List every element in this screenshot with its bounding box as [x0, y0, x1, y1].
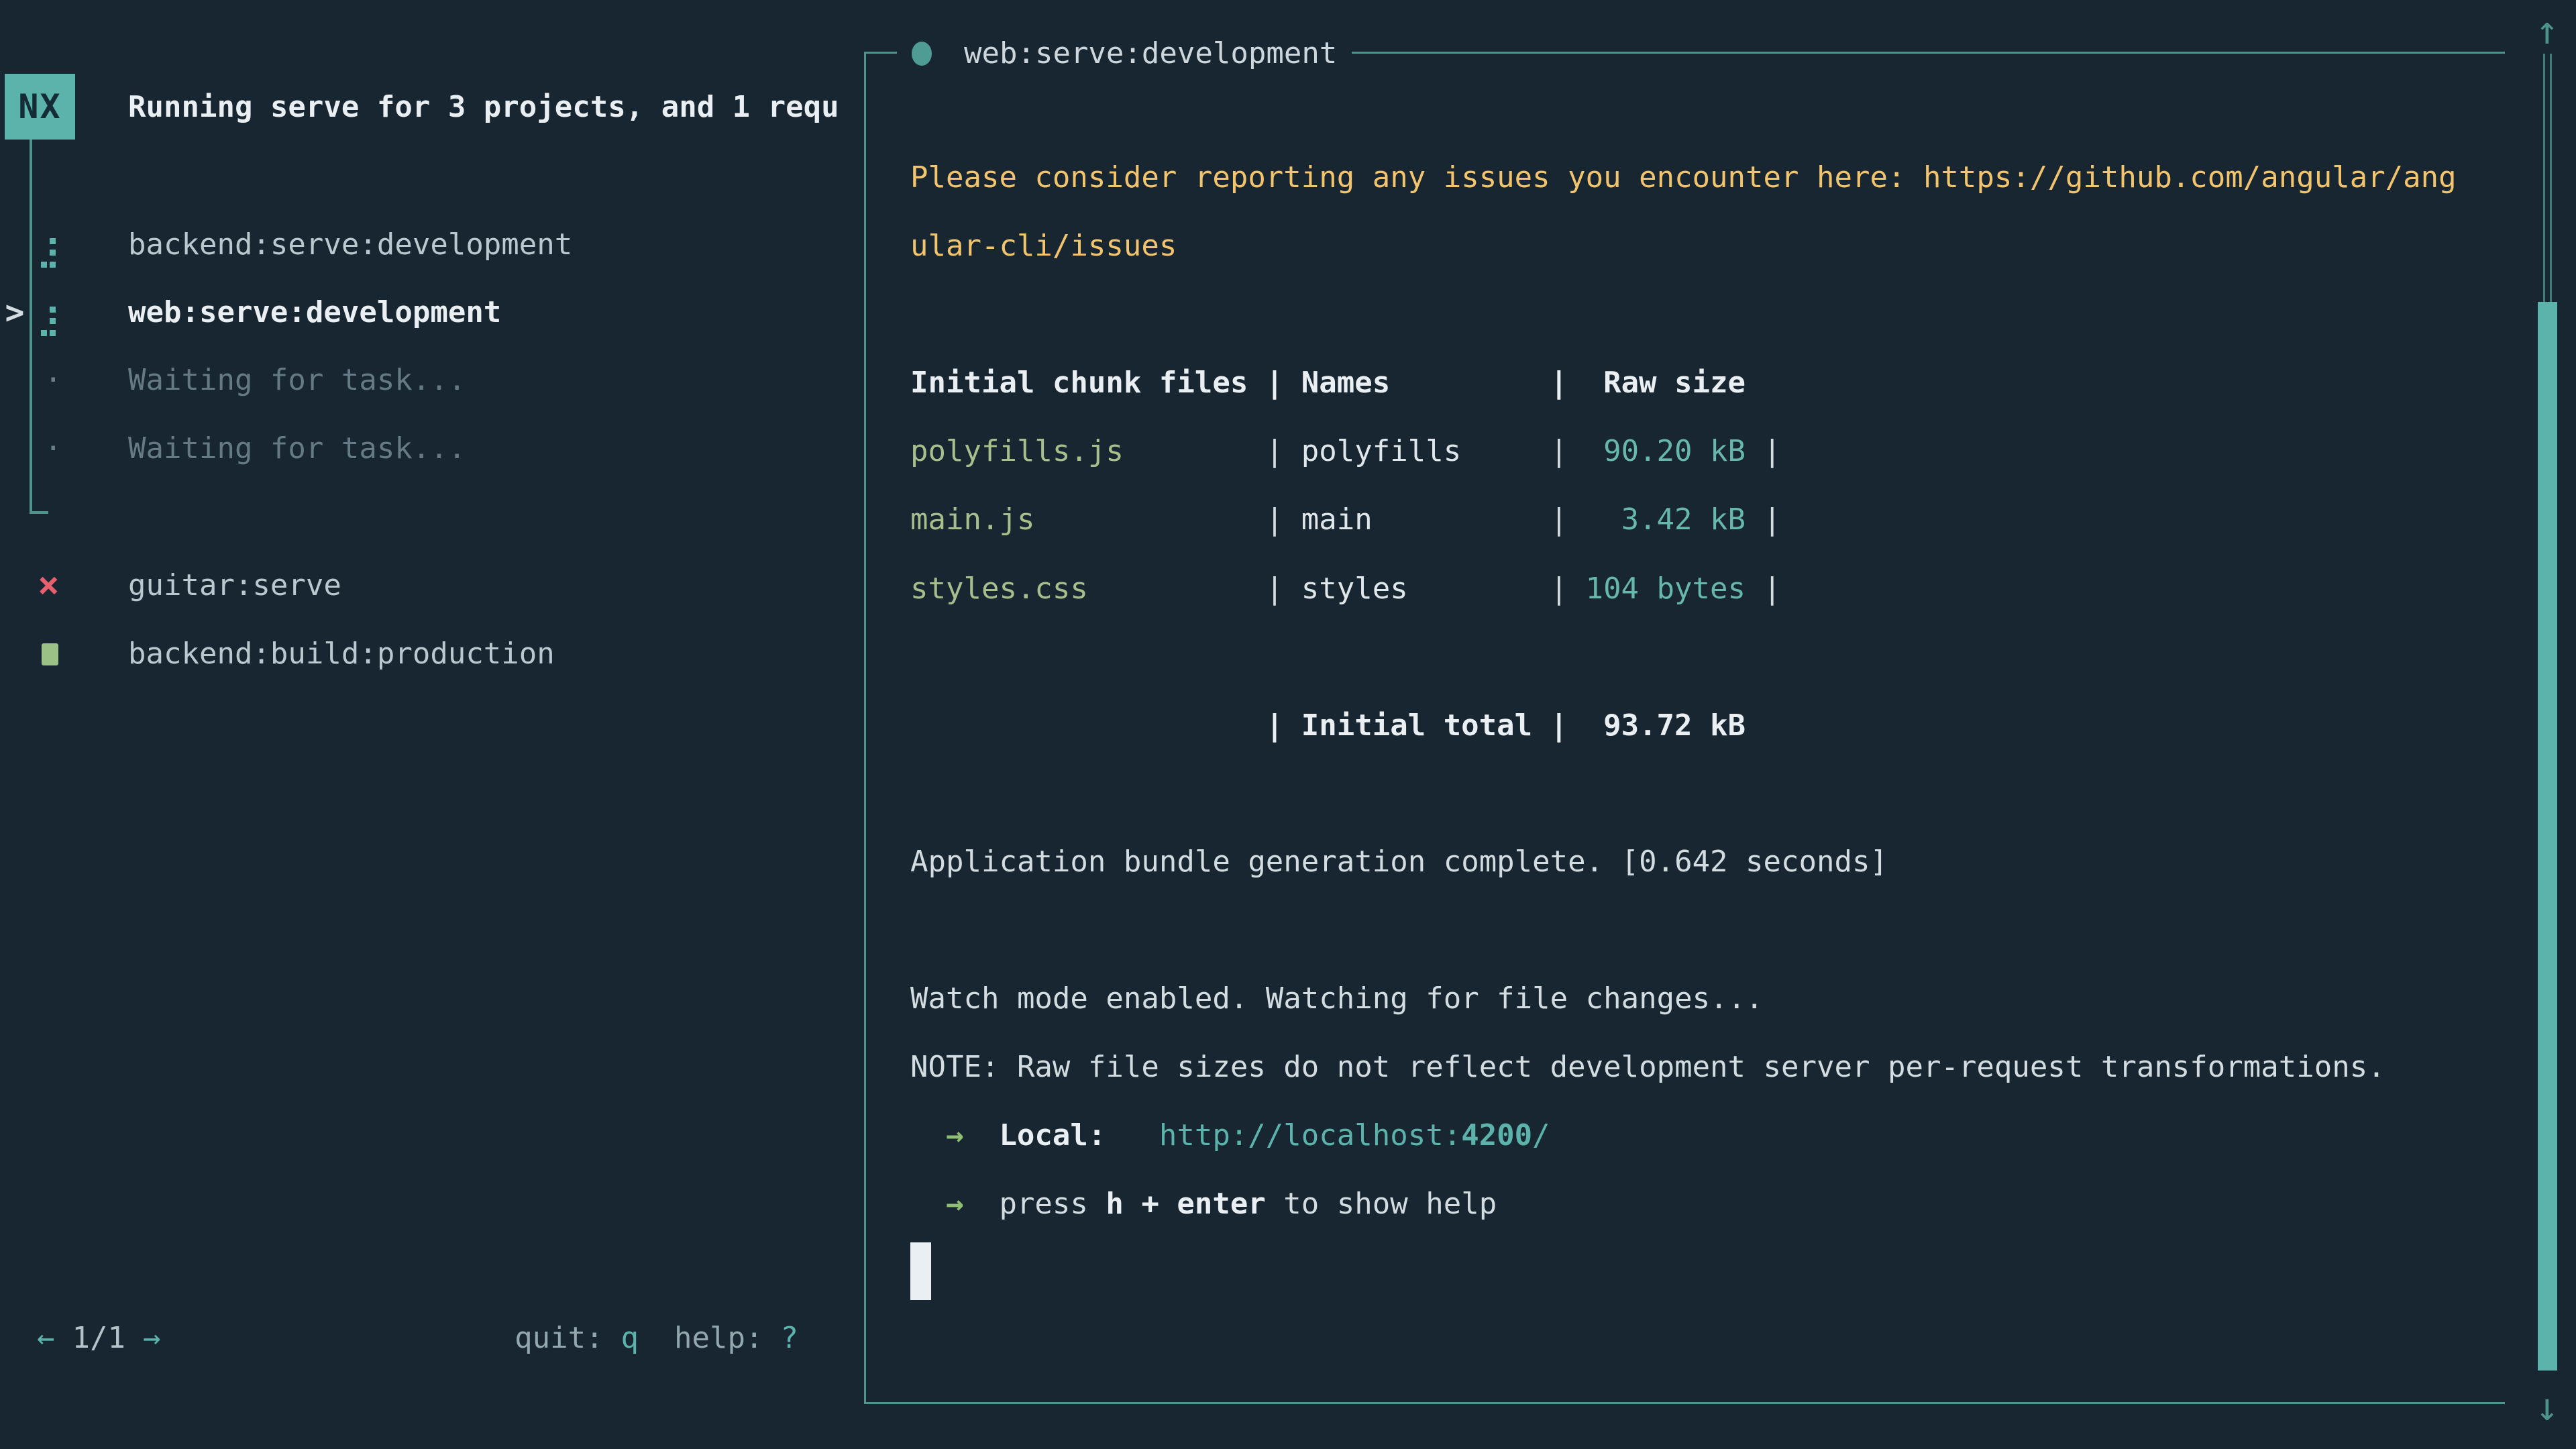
help-hint-suffix: to show help: [1266, 1187, 1497, 1221]
pipe-separator: |: [1746, 555, 1781, 623]
help-hint-prefix: press: [999, 1187, 1106, 1221]
pipe-separator: |: [1266, 417, 1301, 486]
chunk-name: styles: [1301, 555, 1550, 623]
spinner-icon: [40, 238, 47, 245]
scroll-up-arrow-icon[interactable]: ↑: [2528, 7, 2567, 54]
watch-mode-message: Watch mode enabled. Watching for file ch…: [910, 965, 1764, 1033]
nx-logo: NX: [5, 74, 75, 140]
sidebar-item-backend-serve[interactable]: backend:serve:development: [128, 211, 572, 279]
col-header-names: Names: [1301, 349, 1550, 417]
table-row: polyfills.js|polyfills|90.20 kB|: [910, 417, 1781, 486]
arrow-right-icon: →: [946, 1118, 964, 1152]
help-key: ?: [781, 1321, 799, 1355]
task-tree-line: [30, 140, 32, 514]
panel-title: web:serve:development: [897, 19, 1352, 88]
chunk-size: 3.42 kB: [1568, 486, 1746, 554]
chunk-name: main: [1301, 486, 1550, 554]
col-header-files: Initial chunk files: [910, 349, 1266, 417]
panel-title-text: web:serve:development: [964, 19, 1337, 88]
selected-task-caret-icon: >: [1, 278, 28, 347]
table-total-row: |Initial total|93.72 kB: [910, 692, 1746, 760]
help-label: help:: [674, 1321, 763, 1355]
total-size: 93.72 kB: [1568, 692, 1746, 760]
pipe-separator: |: [1550, 417, 1568, 486]
sidebar-item-guitar-serve[interactable]: guitar:serve: [128, 551, 341, 620]
pipe-separator: |: [1550, 349, 1568, 417]
chunk-file: polyfills.js: [910, 417, 1266, 486]
sidebar-item-waiting-2[interactable]: Waiting for task...: [128, 415, 466, 483]
quit-key: q: [621, 1321, 639, 1355]
task-tree-corner: [30, 511, 48, 514]
terminal-cursor: [910, 1242, 931, 1300]
chunk-file: main.js: [910, 486, 1266, 554]
arrow-right-icon: →: [946, 1187, 964, 1221]
chunk-size: 90.20 kB: [1568, 417, 1746, 486]
local-url-line: → Local: http://localhost:4200/: [910, 1102, 1550, 1170]
chunk-file: styles.css: [910, 555, 1266, 623]
table-row: main.js|main|3.42 kB|: [910, 486, 1781, 554]
bundle-complete-message: Application bundle generation complete. …: [910, 828, 1888, 896]
sidebar-item-waiting-1[interactable]: Waiting for task...: [128, 346, 466, 415]
localhost-link[interactable]: http://localhost:4200/: [1159, 1118, 1550, 1152]
pipe-separator: |: [1266, 555, 1301, 623]
sidebar: NX Running serve for 3 projects, and 1 r…: [0, 0, 864, 1449]
scroll-down-arrow-icon[interactable]: ↓: [2528, 1383, 2567, 1430]
dot-icon: ·: [44, 346, 62, 415]
chunk-name: polyfills: [1301, 417, 1550, 486]
issue-notice-line-1: Please consider reporting any issues you…: [910, 144, 2457, 212]
sidebar-item-web-serve[interactable]: web:serve:development: [128, 278, 501, 347]
sidebar-title: Running serve for 3 projects, and 1 requ: [128, 73, 859, 142]
sidebar-item-backend-build[interactable]: backend:build:production: [128, 620, 555, 688]
dot-icon: ·: [44, 415, 62, 483]
help-hint-line: → press h + enter to show help: [910, 1170, 1497, 1238]
cross-icon: ×: [38, 551, 60, 620]
help-hint-keys: h + enter: [1106, 1187, 1265, 1221]
quit-label: quit:: [515, 1321, 603, 1355]
pipe-separator: |: [1266, 692, 1301, 760]
scrollbar-thumb[interactable]: [2538, 302, 2557, 1371]
col-header-size: Raw size: [1568, 349, 1746, 417]
chunk-table-header: Initial chunk files|Names|Raw size: [910, 349, 1746, 417]
total-label: Initial total: [1301, 692, 1550, 760]
square-icon: [42, 643, 58, 665]
chunk-size: 104 bytes: [1568, 555, 1746, 623]
pipe-separator: |: [1550, 692, 1568, 760]
table-row: styles.css|styles|104 bytes|: [910, 555, 1781, 623]
note-message: NOTE: Raw file sizes do not reflect deve…: [910, 1033, 2385, 1102]
port-number: 4200: [1461, 1118, 1532, 1152]
issue-notice-line-2: ular-cli/issues: [910, 212, 1177, 280]
spinner-icon: [40, 307, 47, 313]
local-label: Local:: [999, 1118, 1106, 1152]
pipe-separator: |: [1550, 486, 1568, 554]
pipe-separator: |: [1550, 555, 1568, 623]
pipe-separator: |: [1266, 486, 1301, 554]
pipe-separator: |: [1746, 417, 1781, 486]
status-dot-icon: [912, 42, 932, 66]
hotkey-bar: quit: q help:?: [0, 1304, 798, 1373]
pipe-separator: |: [1746, 486, 1781, 554]
output-panel: web:serve:development Please consider re…: [864, 52, 2505, 1404]
pipe-separator: |: [1266, 349, 1301, 417]
